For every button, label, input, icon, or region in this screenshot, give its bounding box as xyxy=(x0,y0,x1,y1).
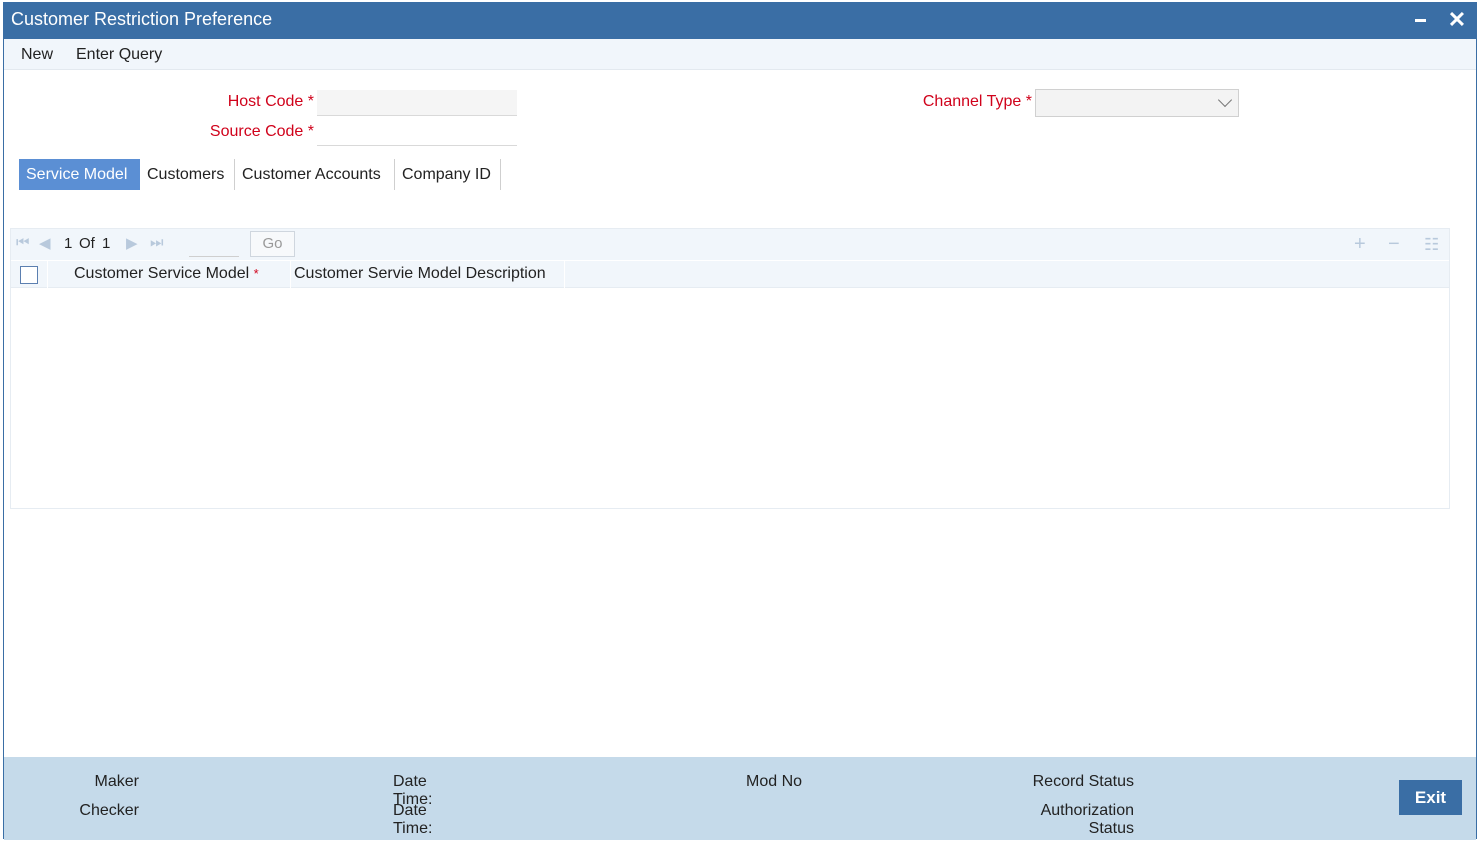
column-customer-service-model-label: Customer Service Model xyxy=(74,265,250,282)
maker-label: Maker xyxy=(94,773,139,790)
required-mark: * xyxy=(307,93,314,110)
host-code-field[interactable] xyxy=(317,90,517,116)
single-record-view-icon[interactable]: ☷ xyxy=(1424,235,1439,255)
title-bar: Customer Restriction Preference ✕ xyxy=(4,3,1476,39)
audit-footer: Maker Checker Date Time: Date Time: Mod … xyxy=(4,757,1476,840)
tab-service-model[interactable]: Service Model xyxy=(19,159,140,190)
select-all-checkbox[interactable] xyxy=(20,266,38,284)
grid-pager: ⏮ ◀ 1 Of 1 ▶ ⏭ Go + − ☷ xyxy=(11,229,1449,260)
delete-row-icon[interactable]: − xyxy=(1388,233,1400,256)
previous-page-icon[interactable]: ◀ xyxy=(39,234,51,252)
column-customer-service-model[interactable]: Customer Service Model * xyxy=(74,265,259,283)
source-code-label: Source Code * xyxy=(184,123,314,141)
source-code-field[interactable] xyxy=(317,120,517,146)
add-row-icon[interactable]: + xyxy=(1354,233,1366,256)
checker-label: Checker xyxy=(79,802,139,819)
exit-button[interactable]: Exit xyxy=(1399,780,1462,815)
of-label: Of xyxy=(79,235,95,252)
chevron-down-icon xyxy=(1217,92,1233,108)
mod-no-label: Mod No xyxy=(746,773,803,790)
service-model-grid: ⏮ ◀ 1 Of 1 ▶ ⏭ Go + − ☷ Customer Service… xyxy=(10,228,1450,509)
grid-header: Customer Service Model * Customer Servie… xyxy=(11,261,1449,288)
window-title: Customer Restriction Preference xyxy=(11,9,273,29)
channel-type-select[interactable] xyxy=(1035,89,1239,117)
current-page: 1 xyxy=(64,235,73,252)
close-icon[interactable]: ✕ xyxy=(1445,7,1469,33)
column-divider xyxy=(47,261,48,288)
go-button[interactable]: Go xyxy=(250,231,295,257)
last-page-icon[interactable]: ⏭ xyxy=(150,234,164,251)
column-customer-service-model-description[interactable]: Customer Servie Model Description xyxy=(294,265,546,283)
column-divider xyxy=(564,261,565,288)
customer-restriction-preference-window: Customer Restriction Preference ✕ New En… xyxy=(3,2,1477,840)
next-page-icon[interactable]: ▶ xyxy=(126,234,138,252)
checker-date-time-label: Date Time: xyxy=(393,802,433,837)
required-mark: * xyxy=(253,266,259,281)
first-page-icon[interactable]: ⏮ xyxy=(16,234,30,251)
tab-customer-accounts[interactable]: Customer Accounts xyxy=(235,159,395,190)
source-code-label-text: Source Code xyxy=(209,123,304,140)
menu-bar: New Enter Query xyxy=(4,39,1476,70)
channel-type-label: Channel Type * xyxy=(884,93,1032,111)
menu-new[interactable]: New xyxy=(21,46,53,64)
total-pages: 1 xyxy=(102,235,111,252)
host-code-label: Host Code * xyxy=(204,93,314,111)
authorization-status-label-line2: Status xyxy=(1088,820,1134,837)
minimize-icon[interactable] xyxy=(1408,7,1432,33)
column-divider xyxy=(290,261,291,288)
authorization-status-label-line1: Authorization xyxy=(1040,802,1134,819)
host-code-label-text: Host Code xyxy=(227,93,304,110)
tab-company-id[interactable]: Company ID xyxy=(395,159,501,190)
channel-type-label-text: Channel Type xyxy=(922,93,1022,110)
required-mark: * xyxy=(1025,93,1032,110)
tab-customers[interactable]: Customers xyxy=(140,159,235,190)
menu-enter-query[interactable]: Enter Query xyxy=(76,46,162,64)
page-number-input[interactable] xyxy=(189,231,239,257)
required-mark: * xyxy=(307,123,314,140)
record-status-label: Record Status xyxy=(1032,773,1134,790)
